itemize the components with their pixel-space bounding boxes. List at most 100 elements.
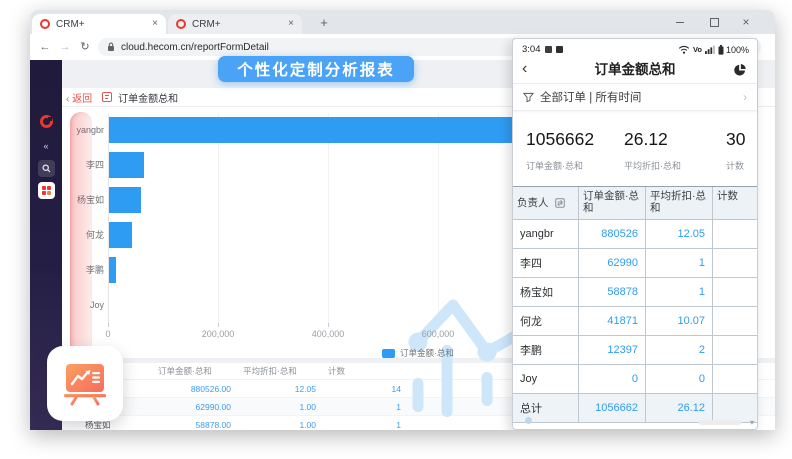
- phone-table-header-row: 负责人订单金额·总和平均折扣·总和计数: [513, 187, 757, 220]
- phone-row-value: 10.07: [646, 307, 713, 335]
- phone-row-value: 2: [646, 336, 713, 364]
- phone-table-row[interactable]: 总计105666226.12: [513, 394, 757, 423]
- tab-favicon-icon: [176, 19, 186, 29]
- phone-row-value: [713, 278, 758, 306]
- phone-table-row[interactable]: 何龙4187110.07: [513, 307, 757, 336]
- sidebar-collapse-button[interactable]: «: [30, 140, 62, 152]
- browser-tab[interactable]: CRM+ ×: [32, 14, 166, 34]
- new-tab-button[interactable]: +: [314, 13, 334, 33]
- phone-row-value: [713, 307, 758, 335]
- chart-tick: [108, 323, 109, 327]
- chart-bar[interactable]: [109, 187, 141, 213]
- phone-column-header: 计数: [713, 187, 758, 219]
- phone-row-name: Joy: [513, 365, 579, 393]
- window-minimize-button[interactable]: [665, 10, 695, 34]
- window-maximize-button[interactable]: [699, 10, 729, 34]
- tab-strip: CRM+ × CRM+ × + ×: [30, 10, 775, 34]
- minimize-icon: [676, 22, 684, 23]
- phone-row-value: 880526: [579, 220, 646, 248]
- maximize-icon: [710, 18, 719, 27]
- phone-row-value: 0: [646, 365, 713, 393]
- report-icon: [102, 92, 112, 102]
- phone-row-value: 1: [646, 278, 713, 306]
- phone-row-value: [713, 365, 758, 393]
- column-header: 订单金额·总和: [158, 365, 243, 377]
- legend-label: 订单金额·总和: [400, 347, 454, 359]
- phone-row-value: 0: [579, 365, 646, 393]
- tab-close-icon[interactable]: ×: [152, 19, 158, 29]
- phone-column-header: 负责人: [513, 187, 579, 219]
- summary-metric: 30计数: [726, 129, 745, 172]
- phone-filter-row[interactable]: 全部订单 | 所有时间 ›: [513, 84, 757, 111]
- tab-favicon-icon: [40, 19, 50, 29]
- page-back-link[interactable]: ‹ 返回: [66, 90, 92, 105]
- chart-gridline: [218, 113, 219, 323]
- row-value: 62990.00: [158, 402, 243, 412]
- screenshot-icon: [556, 46, 563, 53]
- phone-table-row[interactable]: 李四629901: [513, 249, 757, 278]
- phone-row-name: 何龙: [513, 307, 579, 335]
- chart-tick-label: 600,000: [422, 329, 455, 339]
- search-icon: [42, 164, 51, 173]
- phone-table-row[interactable]: yangbr88052612.05: [513, 220, 757, 249]
- phone-row-name: 总计: [513, 394, 579, 422]
- browser-tab[interactable]: CRM+ ×: [168, 14, 302, 34]
- tab-label: CRM+: [56, 19, 146, 30]
- horizontal-scrollbar[interactable]: [699, 420, 741, 425]
- phone-column-header: 订单金额·总和: [579, 187, 646, 219]
- summary-value: 26.12: [624, 129, 681, 150]
- phone-row-value: 1: [646, 249, 713, 277]
- phone-table-row[interactable]: 李鹏123972: [513, 336, 757, 365]
- refresh-icon[interactable]: ↻: [76, 34, 94, 60]
- decoration-dot: [525, 417, 532, 424]
- tab-close-icon[interactable]: ×: [288, 19, 294, 29]
- pie-chart-icon[interactable]: [733, 63, 747, 77]
- swipe-gesture-highlight: [70, 112, 92, 375]
- chart-legend: 订单金额·总和: [382, 347, 454, 359]
- chart-tick: [328, 323, 329, 327]
- row-value: 1.00: [243, 420, 328, 430]
- feature-badge: 个性化定制分析报表: [218, 56, 414, 82]
- phone-table-row[interactable]: Joy00: [513, 365, 757, 394]
- forward-nav-icon[interactable]: →: [56, 34, 74, 60]
- volte-icon: Vo: [693, 45, 702, 54]
- summary-metric: 26.12平均折扣·总和: [624, 129, 681, 172]
- phone-row-name: yangbr: [513, 220, 579, 248]
- battery-percent: 100%: [726, 45, 749, 55]
- phone-row-name: 李四: [513, 249, 579, 277]
- tab-label: CRM+: [192, 19, 282, 30]
- resize-corner-icon: ▾: [750, 418, 754, 427]
- sidebar-search-button[interactable]: [30, 159, 62, 177]
- chevron-right-icon: ›: [743, 90, 747, 104]
- status-time: 3:04: [522, 44, 541, 55]
- chart-bar[interactable]: [109, 257, 116, 283]
- chart-gridline: [328, 113, 329, 323]
- mobile-preview-panel: 3:04 Vo 100% ‹ 订单金额总和: [512, 38, 758, 430]
- phone-row-value: 62990: [579, 249, 646, 277]
- summary-label: 订单金额·总和: [526, 159, 594, 172]
- column-header: 平均折扣·总和: [243, 365, 328, 377]
- phone-row-value: 12397: [579, 336, 646, 364]
- app-grid-icon: [42, 186, 51, 195]
- chart-tick-label: 400,000: [312, 329, 345, 339]
- chart-axis-line: [108, 113, 109, 323]
- chart-bar[interactable]: [109, 222, 132, 248]
- phone-title: 订单金额总和: [513, 57, 757, 83]
- phone-column-header: 平均折扣·总和: [646, 187, 713, 219]
- phone-table: 负责人订单金额·总和平均折扣·总和计数yangbr88052612.05李四62…: [513, 186, 757, 423]
- column-settings-icon[interactable]: [555, 198, 565, 208]
- summary-value: 1056662: [526, 129, 594, 150]
- sidebar-report-app-button[interactable]: [30, 181, 62, 199]
- chart-bar[interactable]: [109, 152, 144, 178]
- summary-metric: 1056662 订单金额·总和: [526, 129, 594, 172]
- back-nav-icon[interactable]: ←: [36, 34, 54, 60]
- row-value: 12.05: [243, 384, 328, 394]
- wifi-icon: [678, 45, 690, 54]
- phone-row-value: 1056662: [579, 394, 646, 422]
- phone-row-value: 41871: [579, 307, 646, 335]
- notification-icon: [545, 46, 552, 53]
- phone-table-row[interactable]: 杨宝如588781: [513, 278, 757, 307]
- presentation-chart-icon: [62, 361, 108, 407]
- window-close-button[interactable]: ×: [731, 10, 761, 34]
- report-launcher-card[interactable]: [47, 346, 123, 421]
